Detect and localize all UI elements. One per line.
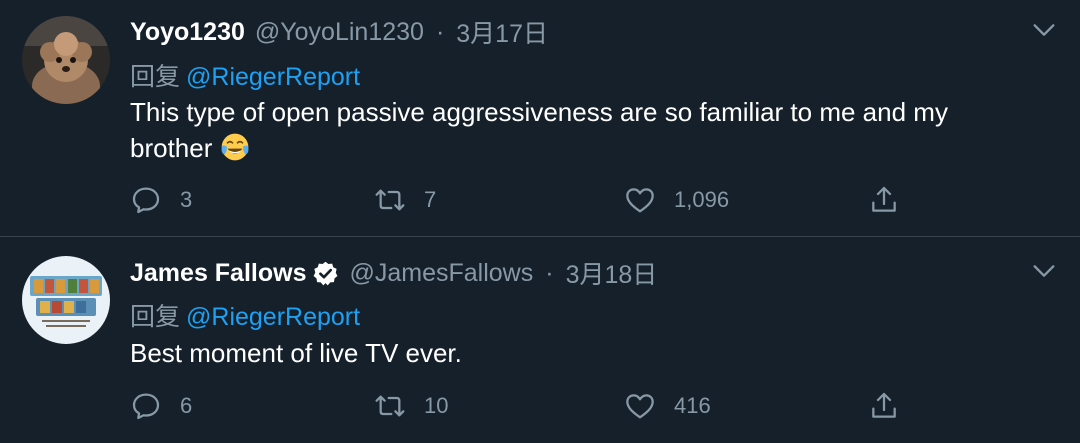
retweet-button[interactable]: 10 (374, 386, 448, 426)
reply-button[interactable]: 3 (130, 180, 192, 220)
like-button[interactable]: 1,096 (624, 180, 729, 220)
timeline: Yoyo1230 @YoyoLin1230 · 3月17日 回复 @RiegerR… (0, 0, 1080, 443)
retweet-icon (375, 395, 405, 417)
book-cover-avatar-image (22, 256, 110, 344)
tweet-text: Best moment of live TV ever. (130, 338, 462, 368)
reply-prefix: 回复 (130, 303, 181, 331)
reply-mention-link[interactable]: @RiegerReport (186, 303, 360, 331)
share-button[interactable] (868, 180, 900, 220)
display-name[interactable]: Yoyo1230 (130, 18, 245, 47)
retweet-count: 10 (424, 393, 449, 418)
tweet[interactable]: James Fallows @JamesFallows · 3月18日 回复 @R… (0, 237, 1080, 443)
share-button[interactable] (868, 386, 900, 426)
verified-badge-icon (314, 261, 338, 285)
tweet-header: Yoyo1230 @YoyoLin1230 · 3月17日 (130, 14, 548, 50)
like-button[interactable]: 416 (624, 386, 711, 426)
tweet-text-container: Best moment of live TV ever. (130, 335, 1030, 371)
dog-avatar-image (22, 16, 110, 104)
tweet-date[interactable]: 3月18日 (566, 255, 658, 291)
tweet-text-container: This type of open passive aggressiveness… (130, 94, 1030, 166)
avatar[interactable] (22, 256, 110, 344)
tweet-date[interactable]: 3月17日 (456, 14, 548, 50)
separator-dot: · (545, 258, 554, 287)
tweet-actions: 6 10 416 (130, 386, 910, 426)
face-with-tears-of-joy-icon (221, 133, 249, 161)
like-count: 416 (674, 393, 711, 418)
reply-count: 6 (180, 393, 193, 418)
display-name[interactable]: James Fallows (130, 259, 306, 288)
reply-mention-link[interactable]: @RiegerReport (186, 63, 360, 91)
share-icon (872, 392, 896, 418)
reply-prefix: 回复 (130, 63, 181, 91)
heart-icon (626, 394, 654, 419)
tweet-header: James Fallows @JamesFallows · 3月18日 (130, 255, 657, 291)
replying-to: 回复 @RiegerReport (130, 297, 360, 333)
retweet-button[interactable]: 7 (374, 180, 436, 220)
tweet[interactable]: Yoyo1230 @YoyoLin1230 · 3月17日 回复 @RiegerR… (0, 0, 1080, 236)
reply-count: 3 (180, 187, 193, 212)
share-icon (872, 186, 896, 212)
reply-icon (132, 393, 160, 420)
tweet-text: This type of open passive aggressiveness… (130, 97, 948, 163)
user-handle[interactable]: @JamesFallows (349, 259, 533, 288)
reply-button[interactable]: 6 (130, 386, 192, 426)
avatar[interactable] (22, 16, 110, 104)
retweet-icon (375, 189, 405, 211)
chevron-down-icon[interactable] (1030, 257, 1058, 285)
tweet-actions: 3 7 1,096 (130, 180, 910, 220)
reply-icon (132, 187, 160, 214)
chevron-down-icon[interactable] (1030, 16, 1058, 44)
user-handle[interactable]: @YoyoLin1230 (255, 18, 424, 47)
heart-icon (626, 188, 654, 213)
separator-dot: · (435, 17, 445, 46)
retweet-count: 7 (424, 187, 437, 212)
like-count: 1,096 (674, 187, 730, 212)
replying-to: 回复 @RiegerReport (130, 57, 360, 93)
